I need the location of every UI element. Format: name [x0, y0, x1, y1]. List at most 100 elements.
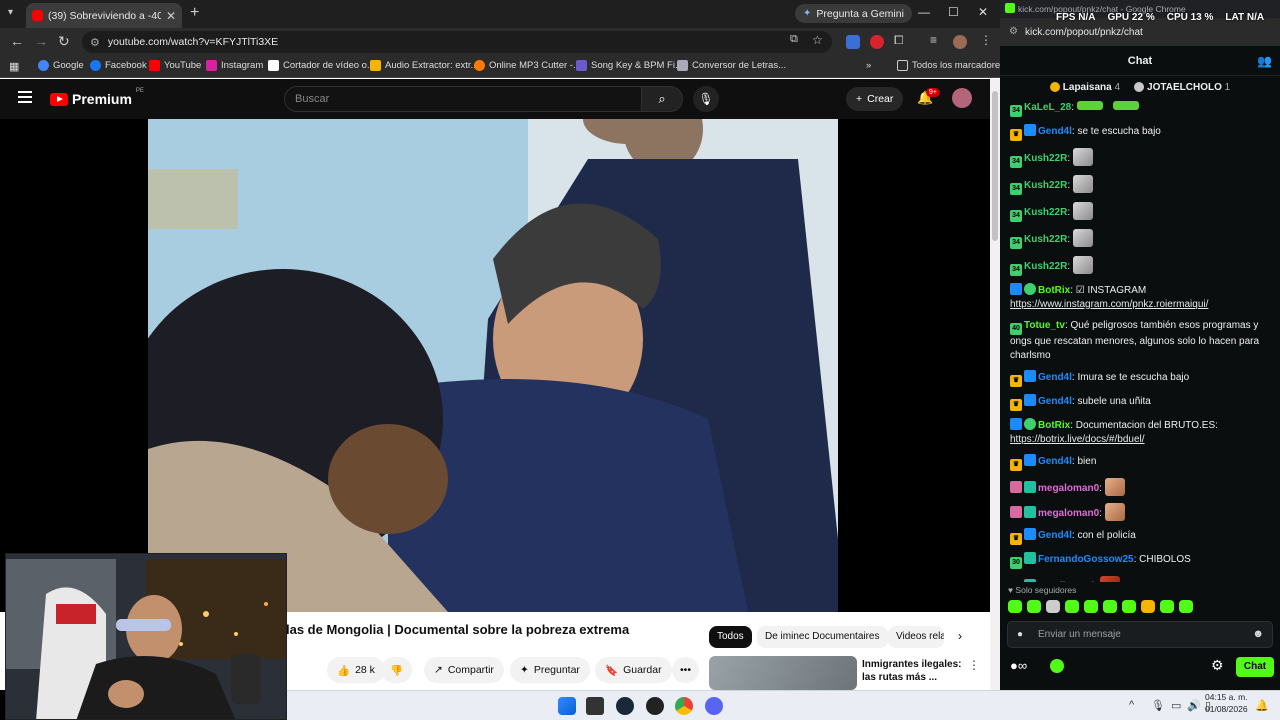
site-info-icon[interactable]: ⚙	[1009, 26, 1018, 37]
start-icon[interactable]	[558, 697, 576, 715]
chat-username[interactable]: Kush22R	[1024, 261, 1067, 272]
bookmark-youtube[interactable]: YouTube	[149, 60, 201, 71]
save-button[interactable]: 🔖 Guardar	[595, 657, 672, 683]
menu-icon[interactable]	[18, 91, 32, 103]
gemini-button[interactable]: ✦ Pregunta a Gemini	[795, 4, 912, 23]
emote-8[interactable]	[1141, 600, 1155, 613]
system-clock[interactable]: 04:15 a. m. 01/08/2026	[1205, 691, 1248, 715]
voice-search-icon[interactable]: 🎙	[693, 86, 719, 112]
emote-2[interactable]	[1027, 600, 1041, 613]
share-button[interactable]: ↗ Compartir	[424, 657, 504, 683]
users-icon[interactable]: 👥	[1257, 46, 1272, 76]
omnibox[interactable]: ⚙ youtube.com/watch?v=KFYJTlTi3XE	[82, 31, 832, 53]
kick-points-icon[interactable]	[1050, 659, 1064, 673]
emote-4[interactable]	[1065, 600, 1079, 613]
chat-link[interactable]: https://www.instagram.com/pnkz.roiermaiq…	[1010, 299, 1208, 310]
back-icon[interactable]: ←	[10, 33, 24, 49]
chat-message-input[interactable]: ● Enviar un mensaje ☻	[1007, 621, 1273, 648]
emote-5[interactable]	[1084, 600, 1098, 613]
chat-username[interactable]: Gend4l	[1038, 372, 1072, 383]
account-avatar[interactable]	[952, 88, 972, 108]
chat-settings-icon[interactable]: ⚙	[1211, 657, 1224, 674]
chat-username[interactable]: BotRix	[1038, 420, 1070, 431]
emoji-picker-icon[interactable]: ☻	[1252, 628, 1264, 640]
site-info-icon[interactable]: ⚙	[90, 36, 100, 49]
chip-documentaries[interactable]: De iminec Documentaires	[757, 626, 888, 648]
chat-username[interactable]: Kush22R	[1024, 153, 1067, 164]
ask-button[interactable]: ✦ Preguntar	[510, 657, 590, 683]
network-icon[interactable]: ▭	[1171, 699, 1181, 712]
forward-icon[interactable]: →	[34, 33, 48, 49]
chat-username[interactable]: megaloman0	[1038, 508, 1099, 519]
chat-username[interactable]: Gend4l	[1038, 456, 1072, 467]
chat-username[interactable]: Totue_tv	[1024, 320, 1065, 331]
bookmark-instagram[interactable]: Instagram	[206, 60, 263, 71]
new-tab-icon[interactable]: +	[190, 4, 199, 22]
chat-username[interactable]: Kush22R	[1024, 180, 1067, 191]
like-button[interactable]: 👍 28 k	[327, 657, 385, 683]
chat-username[interactable]: Kush22R	[1024, 207, 1067, 218]
emote-10[interactable]	[1179, 600, 1193, 613]
close-window-icon[interactable]: ✕	[978, 5, 988, 19]
chat-username[interactable]: Gend4l	[1038, 396, 1072, 407]
chat-username[interactable]: BotRix	[1038, 285, 1070, 296]
all-bookmarks[interactable]: Todos los marcadores	[897, 60, 1005, 71]
chip-related[interactable]: Videos rela	[888, 626, 944, 648]
gifter-2[interactable]: JOTAELCHOLO 1	[1134, 82, 1230, 93]
chat-messages[interactable]: 34 KaLeL_28: ♛ Gend4l: se te escucha bajo 3…	[1000, 97, 1272, 582]
bookmark-mp3-cutter[interactable]: Online MP3 Cutter -...	[474, 60, 581, 71]
chat-username[interactable]: KaLeL_28	[1024, 102, 1071, 113]
tray-chevron-icon[interactable]: ^	[1129, 699, 1134, 711]
recommendation-title[interactable]: Inmigrantes ilegales: las rutas más ...	[862, 658, 966, 684]
apps-icon[interactable]: ▦	[9, 60, 19, 73]
more-bookmarks-icon[interactable]: »	[866, 60, 871, 71]
chat-username[interactable]: megaloman0	[1038, 483, 1099, 494]
search-input[interactable]: Buscar	[284, 86, 642, 112]
bookmark-letras[interactable]: Conversor de Letras...	[677, 60, 786, 71]
emote-7[interactable]	[1122, 600, 1136, 613]
obs-icon[interactable]	[646, 697, 664, 715]
tab-search-icon[interactable]: ▾	[8, 7, 13, 18]
discord-icon[interactable]	[705, 697, 723, 715]
scrollbar-thumb[interactable]	[992, 91, 998, 241]
youtube-logo[interactable]: Premium PE	[50, 88, 144, 107]
emote-3[interactable]	[1046, 600, 1060, 613]
recommendation-thumbnail[interactable]	[709, 656, 857, 690]
extension-icon[interactable]	[846, 35, 860, 49]
infinity-icon[interactable]: ●∞	[1010, 658, 1027, 673]
bookmark-star-icon[interactable]: ☆	[812, 33, 823, 47]
gifter-1[interactable]: Lapaisana 4	[1049, 82, 1120, 93]
extension-red-icon[interactable]	[870, 35, 884, 49]
bookmark-video-cutter[interactable]: Cortador de vídeo o...	[268, 60, 375, 71]
bookmark-song-key[interactable]: Song Key & BPM Fi...	[576, 60, 683, 71]
search-button[interactable]: ⌕	[641, 86, 683, 112]
chat-username[interactable]: Gend4l	[1038, 530, 1072, 541]
reload-icon[interactable]: ↻	[58, 33, 70, 50]
bookmark-facebook[interactable]: Facebook	[90, 60, 147, 71]
tray-mic-icon[interactable]: 🎙	[1151, 699, 1165, 712]
task-view-icon[interactable]	[586, 697, 604, 715]
chevron-right-icon[interactable]: ›	[958, 629, 962, 643]
extensions-puzzle-icon[interactable]: ⧠	[894, 33, 904, 48]
chat-link[interactable]: https://botrix.live/docs/#/bduel/	[1010, 434, 1145, 445]
volume-icon[interactable]: 🔊	[1187, 699, 1201, 712]
tab-youtube[interactable]: (39) Sobreviviendo a -40 °C ✕	[26, 3, 182, 28]
page-scrollbar[interactable]	[990, 79, 1000, 690]
create-button[interactable]: + Crear	[846, 87, 904, 111]
chrome-menu-icon[interactable]: ⋮	[980, 33, 992, 47]
chat-username[interactable]: Kush22R	[1024, 234, 1067, 245]
chat-username[interactable]: FernandoGossow25	[1038, 554, 1134, 565]
steam-icon[interactable]	[616, 697, 634, 715]
chrome-icon[interactable]	[675, 697, 693, 715]
chip-all[interactable]: Todos	[709, 626, 752, 648]
chat-username[interactable]: ExodiaTNrd	[1038, 581, 1094, 583]
emote-1[interactable]	[1008, 600, 1022, 613]
send-chat-button[interactable]: Chat	[1236, 657, 1274, 677]
notification-center-icon[interactable]: 🔔	[1255, 699, 1269, 712]
more-actions-button[interactable]: •••	[672, 657, 700, 683]
chat-username[interactable]: Gend4l	[1038, 126, 1072, 137]
profile-icon[interactable]	[953, 35, 967, 49]
maximize-icon[interactable]: ☐	[948, 5, 959, 19]
video-frame[interactable]	[148, 119, 838, 612]
video-player[interactable]	[0, 119, 990, 612]
